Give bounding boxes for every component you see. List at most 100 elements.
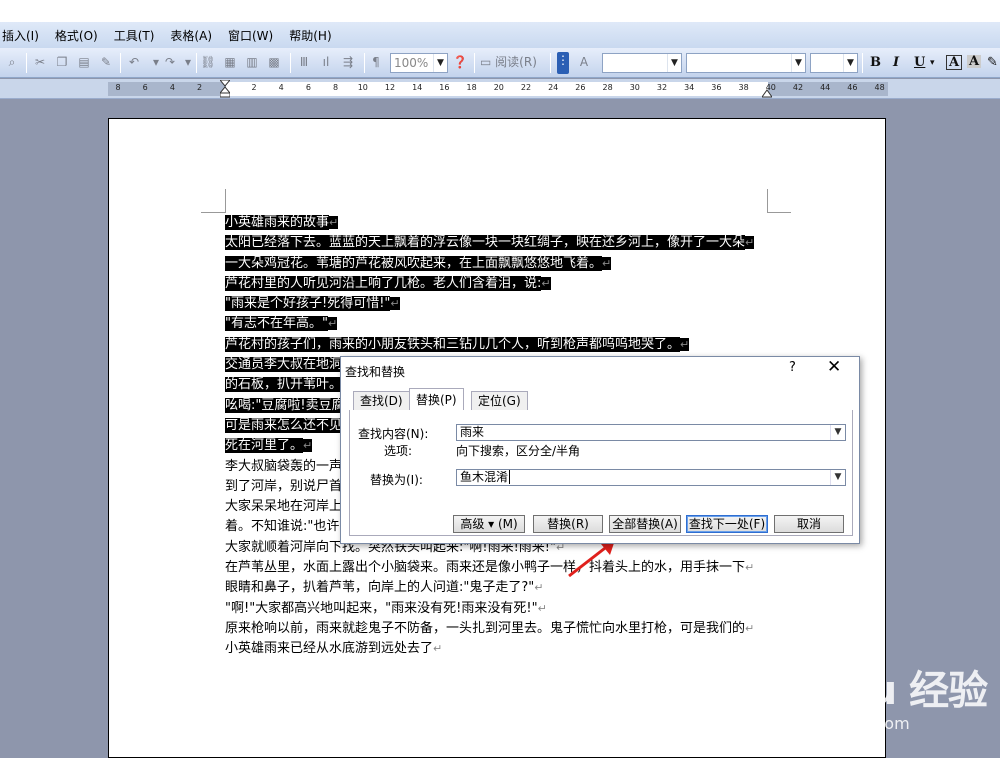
chevron-down-icon[interactable]: ▼ — [843, 54, 857, 72]
char-shading-button[interactable]: A — [967, 55, 982, 68]
watermark-url: jingyan.baidu.com — [762, 714, 910, 733]
chevron-down-icon[interactable]: ▼ — [830, 425, 845, 440]
tab-goto[interactable]: 定位(G) — [471, 391, 528, 411]
paste-icon[interactable]: ▤ — [76, 54, 92, 70]
document-line[interactable]: 芦花村的孩子们，雨来的小朋友铁头和三钻儿几个人，听到枪声都呜呜地哭了。↵ — [225, 335, 770, 355]
paragraph-mark-icon: ↵ — [327, 317, 338, 331]
indent-marker[interactable] — [218, 79, 232, 98]
font-combo[interactable]: ▼ — [686, 53, 806, 73]
chevron-down-icon[interactable]: ▼ — [830, 470, 845, 485]
phonetic-guide-icon[interactable]: ✎ — [987, 55, 998, 70]
undo-icon[interactable]: ↶ — [126, 54, 142, 70]
paragraph-mark-icon: ↵ — [680, 337, 690, 351]
cancel-button[interactable]: 取消 — [774, 515, 844, 533]
research-icon[interactable]: ⌕ — [4, 54, 20, 70]
document-line[interactable]: 在芦苇丛里，水面上露出个小脑袋来。雨来还是像小鸭子一样，抖着头上的水，用手抹一下… — [225, 558, 770, 578]
find-what-field[interactable]: 雨来 ▼ — [456, 424, 846, 441]
char-border-button[interactable]: A — [946, 55, 963, 70]
italic-button[interactable]: I — [893, 55, 899, 70]
find-what-value: 雨来 — [460, 425, 485, 439]
chevron-down-icon[interactable]: ▼ — [791, 54, 805, 72]
ruler-number: 26 — [575, 83, 586, 92]
ruler-number: 2 — [197, 83, 203, 92]
document-line-text: 芦花村里的人听见河沿上响了几枪。老人们含着泪，说: — [225, 275, 542, 291]
replace-all-button[interactable]: 全部替换(A) — [609, 515, 681, 533]
menu-table[interactable]: 表格(A) — [164, 27, 218, 44]
right-indent-marker[interactable] — [761, 87, 773, 101]
zoom-combo[interactable]: 100% ▼ — [390, 53, 448, 73]
right-indent-icon — [761, 89, 773, 98]
tab-find[interactable]: 查找(D) — [353, 391, 410, 411]
underline-button[interactable]: U — [914, 55, 925, 70]
paragraph-mark-icon: ↵ — [534, 581, 544, 595]
ruler-number: 18 — [466, 83, 477, 92]
document-line[interactable]: 芦花村里的人听见河沿上响了几枪。老人们含着泪，说:↵ — [225, 274, 770, 294]
document-line[interactable]: "啊!"大家都高兴地叫起来，"雨来没有死!雨来没有死!"↵ — [225, 599, 770, 619]
hyperlink-icon[interactable]: ⛓ — [200, 54, 216, 70]
document-line-text: 着。不知谁说:"也许 — [225, 519, 340, 535]
document-line[interactable]: "有志不在年高。"↵ — [225, 314, 770, 334]
redo-dropdown-icon[interactable]: ▾ — [180, 54, 196, 70]
find-next-button[interactable]: 查找下一处(F) — [686, 515, 768, 533]
underline-dropdown-icon[interactable]: ▾ — [930, 58, 935, 68]
document-line[interactable]: 原来枪响以前，雨来就趁鬼子不防备，一头扎到河里去。鬼子慌忙向水里打枪，可是我们的… — [225, 619, 770, 639]
ruler-number: 46 — [847, 83, 858, 92]
insert-excel-icon[interactable]: ▩ — [266, 54, 282, 70]
cut-icon[interactable]: ✂ — [32, 54, 48, 70]
ruler-number: 4 — [169, 83, 175, 92]
bold-button[interactable]: B — [870, 55, 881, 70]
close-icon[interactable]: ✕ — [827, 357, 841, 377]
replace-with-field[interactable]: 鱼木混淆 ▼ — [456, 469, 846, 486]
replace-button[interactable]: 替换(R) — [533, 515, 603, 533]
toolbar-options-grip[interactable]: ⋮ — [557, 52, 569, 74]
paragraph-mark-icon: ↵ — [303, 439, 313, 453]
read-icon: ▭ — [480, 55, 492, 69]
tab-replace[interactable]: 替换(P) — [409, 388, 464, 412]
drawing-icon[interactable]: ıl — [318, 54, 334, 70]
menu-tools[interactable]: 工具(T) — [108, 27, 161, 44]
columns-icon[interactable]: Ⅲ — [296, 54, 312, 70]
replace-with-label: 替换为(I): — [370, 473, 423, 487]
insert-table-icon[interactable]: ▥ — [244, 54, 260, 70]
format-painter-icon[interactable]: ✎ — [98, 54, 114, 70]
ruler-number: 34 — [684, 83, 695, 92]
help-icon[interactable]: ? — [789, 360, 796, 375]
document-line-text: "雨来是个好孩子!死得可惜!" — [225, 296, 391, 312]
document-line[interactable]: 眼睛和鼻子，扒着芦苇，向岸上的人问道:"鬼子走了?"↵ — [225, 578, 770, 598]
chevron-down-icon[interactable]: ▼ — [433, 54, 447, 72]
document-line[interactable]: 小英雄雨来的故事↵ — [225, 213, 770, 233]
copy-icon[interactable]: ❐ — [54, 54, 70, 70]
ruler-number: 2 — [251, 83, 257, 92]
read-button[interactable]: ▭ 阅读(R) — [480, 54, 540, 70]
ruler-number: 12 — [384, 83, 396, 92]
advanced-button[interactable]: 高级 ▾ (M) — [453, 515, 525, 533]
ruler-number: 4 — [278, 83, 284, 92]
chevron-down-icon[interactable]: ▼ — [667, 54, 681, 72]
style-combo[interactable]: ▼ — [602, 53, 682, 73]
document-line[interactable]: "雨来是个好孩子!死得可惜!"↵ — [225, 294, 770, 314]
menu-insert[interactable]: 插入(I) — [0, 27, 45, 44]
indent-marker-icon — [218, 79, 232, 98]
horizontal-ruler[interactable]: 8 6 4 2 2 4 6 8 10 12 14 16 18 20 22 24 26 28 30 32 34 36 38 40… — [0, 79, 1000, 99]
redo-icon[interactable]: ↷ — [162, 54, 178, 70]
font-size-combo[interactable]: ▼ — [810, 53, 858, 73]
show-hide-icon[interactable]: ¶ — [368, 54, 384, 70]
menu-window[interactable]: 窗口(W) — [222, 27, 279, 44]
paragraph-mark-icon: ↵ — [745, 561, 755, 575]
document-line[interactable]: 小英雄雨来已经从水底游到远处去了↵ — [225, 639, 770, 659]
document-line-text: 的石板，扒开苇叶。 — [225, 377, 343, 393]
zoom-value: 100% — [394, 56, 429, 70]
document-line-text: 太阳已经落下去。蓝蓝的天上飘着的浮云像一块一块红绸子，映在还乡河上，像开了一大朵 — [225, 235, 746, 251]
menu-help[interactable]: 帮助(H) — [283, 27, 337, 44]
toolbar-separator — [120, 53, 121, 73]
document-line[interactable]: 一大朵鸡冠花。苇塘的芦花被风吹起来，在上面飘飘悠悠地飞着。↵ — [225, 254, 770, 274]
style-icon[interactable]: A — [576, 54, 592, 70]
menu-format[interactable]: 格式(O) — [49, 27, 104, 44]
tables-borders-icon[interactable]: ▦ — [222, 54, 238, 70]
help-icon[interactable]: ❓ — [452, 54, 468, 70]
paragraph-mark-icon: ↵ — [602, 256, 612, 270]
find-replace-dialog[interactable]: 查找和替换 ? ✕ 查找(D) 替换(P) 定位(G) 查找内容(N): 雨来 … — [340, 356, 860, 544]
document-map-icon[interactable]: ⇶ — [340, 54, 356, 70]
dialog-tab-bar: 查找(D) 替换(P) 定位(G) — [349, 388, 853, 412]
document-line[interactable]: 太阳已经落下去。蓝蓝的天上飘着的浮云像一块一块红绸子，映在还乡河上，像开了一大朵… — [225, 233, 770, 253]
